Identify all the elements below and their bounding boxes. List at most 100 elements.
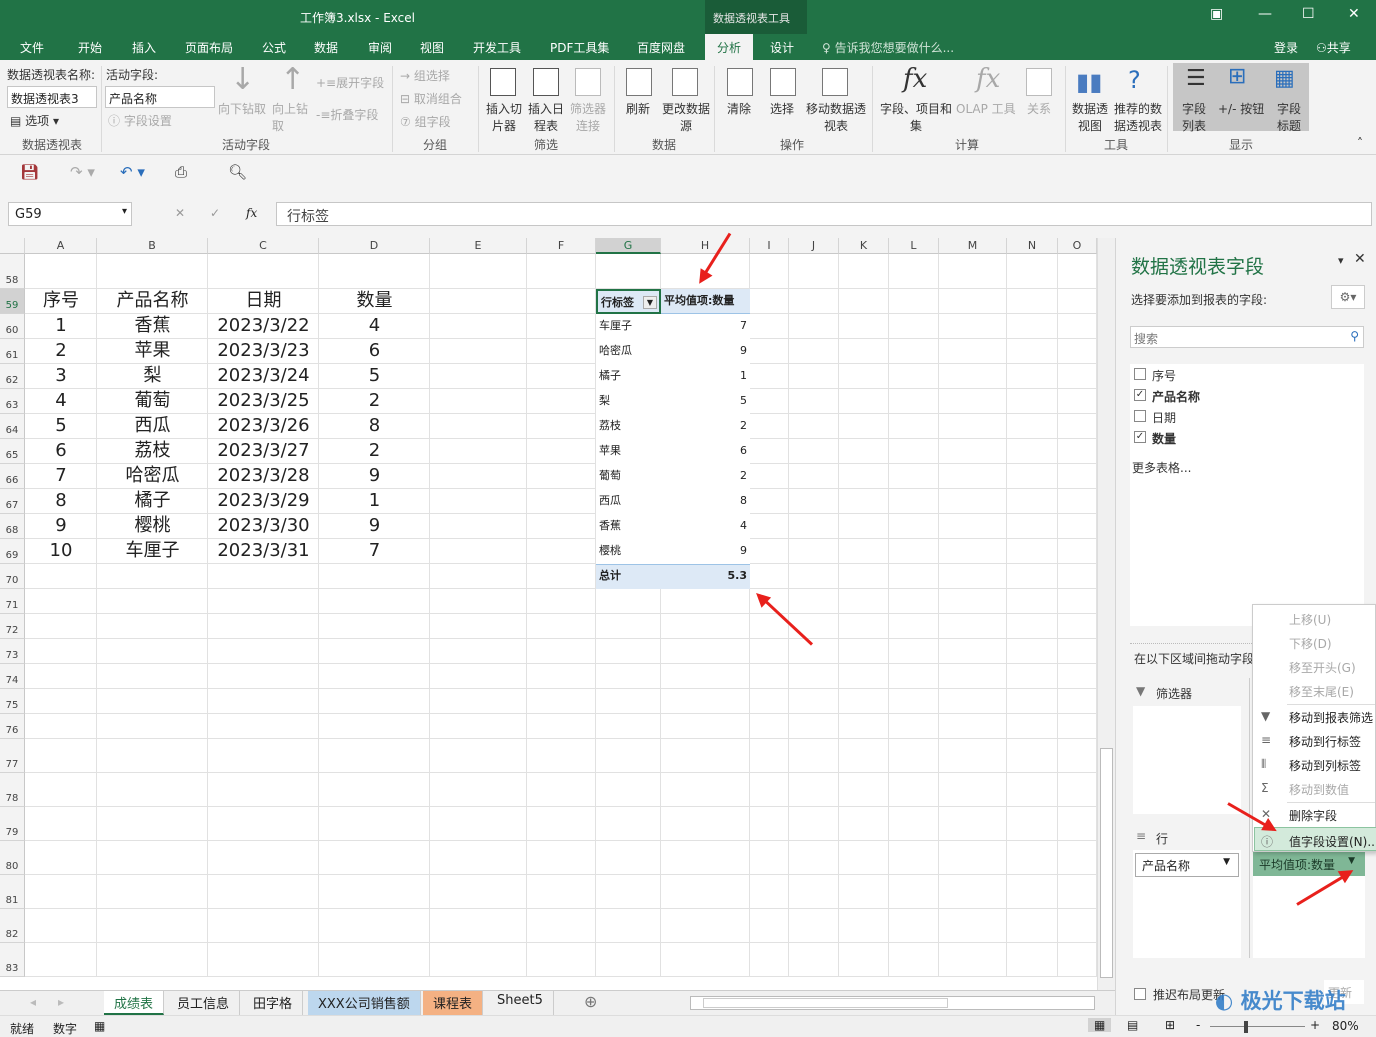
table-cell[interactable]: 8 <box>319 414 430 439</box>
row-header-80[interactable]: 80 <box>0 841 25 875</box>
cell[interactable] <box>789 943 839 977</box>
cell[interactable] <box>889 943 939 977</box>
cell[interactable] <box>25 773 97 807</box>
cell[interactable] <box>430 943 527 977</box>
cell[interactable] <box>25 614 97 639</box>
cell[interactable] <box>661 614 750 639</box>
cell[interactable] <box>939 389 1007 414</box>
cell[interactable] <box>527 564 596 589</box>
cell[interactable] <box>939 414 1007 439</box>
pivot-row-label[interactable]: 梨 <box>596 389 661 414</box>
cell[interactable] <box>208 739 319 773</box>
cell[interactable] <box>208 714 319 739</box>
row-header-67[interactable]: 67 <box>0 489 25 514</box>
cell[interactable] <box>430 364 527 389</box>
cell[interactable] <box>1058 639 1097 664</box>
cell[interactable] <box>889 339 939 364</box>
cell[interactable] <box>1007 714 1058 739</box>
cell[interactable] <box>661 739 750 773</box>
share-button[interactable]: ⚇共享 <box>1316 39 1351 56</box>
cell[interactable] <box>1007 589 1058 614</box>
cell[interactable] <box>527 714 596 739</box>
redo-icon[interactable]: ↷ ▾ <box>70 163 95 181</box>
cell[interactable] <box>1007 389 1058 414</box>
horizontal-scrollbar[interactable] <box>690 996 1095 1010</box>
table-cell[interactable]: 10 <box>25 539 97 564</box>
cell[interactable] <box>839 614 889 639</box>
cell[interactable] <box>750 389 789 414</box>
cell[interactable] <box>889 875 939 909</box>
table-cell[interactable]: 苹果 <box>97 339 208 364</box>
pivot-chart-button[interactable]: 数据透视图 <box>1071 100 1109 134</box>
cell[interactable] <box>1007 489 1058 514</box>
cell[interactable] <box>789 614 839 639</box>
table-cell[interactable]: 6 <box>319 339 430 364</box>
cell[interactable] <box>97 639 208 664</box>
cell[interactable] <box>430 909 527 943</box>
cell[interactable] <box>750 841 789 875</box>
zoom-slider[interactable] <box>1210 1026 1305 1027</box>
defer-update-checkbox[interactable] <box>1134 988 1146 1000</box>
cell[interactable] <box>889 714 939 739</box>
formula-input[interactable]: 行标签 <box>276 202 1372 226</box>
cell[interactable] <box>839 664 889 689</box>
cell[interactable] <box>1058 564 1097 589</box>
pivot-value[interactable]: 6 <box>661 439 750 464</box>
cell[interactable] <box>889 689 939 714</box>
row-header-76[interactable]: 76 <box>0 714 25 739</box>
cell[interactable] <box>661 807 750 841</box>
cell[interactable] <box>750 664 789 689</box>
cell[interactable] <box>208 807 319 841</box>
tab-file[interactable]: 文件 <box>20 39 44 56</box>
drill-down-button[interactable]: 向下钻取 <box>218 100 266 117</box>
zoom-out-button[interactable]: - <box>1196 1018 1200 1032</box>
cell[interactable] <box>889 664 939 689</box>
cell[interactable] <box>430 689 527 714</box>
table-cell[interactable]: 樱桃 <box>97 514 208 539</box>
cell[interactable] <box>889 314 939 339</box>
cell[interactable] <box>839 364 889 389</box>
cell[interactable] <box>939 664 1007 689</box>
cell[interactable] <box>97 943 208 977</box>
cell[interactable] <box>750 314 789 339</box>
cell[interactable] <box>208 664 319 689</box>
cell[interactable] <box>789 589 839 614</box>
cell[interactable] <box>527 389 596 414</box>
cell[interactable] <box>750 807 789 841</box>
field-checkbox[interactable] <box>1134 368 1146 380</box>
filters-area[interactable] <box>1133 706 1241 814</box>
column-header-M[interactable]: M <box>939 238 1007 254</box>
cell[interactable] <box>939 564 1007 589</box>
pivot-value[interactable]: 9 <box>661 539 750 564</box>
table-cell[interactable]: 2023/3/23 <box>208 339 319 364</box>
row-header-68[interactable]: 68 <box>0 514 25 539</box>
cell[interactable] <box>1058 464 1097 489</box>
table-header[interactable]: 日期 <box>208 289 319 314</box>
pivot-value[interactable]: 5 <box>661 389 750 414</box>
cell[interactable] <box>25 739 97 773</box>
options-button[interactable]: ▤ 选项 ▾ <box>10 112 59 129</box>
cell[interactable] <box>208 639 319 664</box>
cell[interactable] <box>430 254 527 289</box>
cell[interactable] <box>1058 689 1097 714</box>
tell-me-input[interactable]: ♀ 告诉我您想要做什么... <box>822 39 954 56</box>
cell[interactable] <box>430 714 527 739</box>
row-header-75[interactable]: 75 <box>0 689 25 714</box>
more-tables-link[interactable]: 更多表格... <box>1132 459 1191 476</box>
cell[interactable] <box>208 909 319 943</box>
column-header-B[interactable]: B <box>97 238 208 254</box>
cell[interactable] <box>430 314 527 339</box>
cell[interactable] <box>939 289 1007 314</box>
cell[interactable] <box>97 254 208 289</box>
field-checkbox[interactable]: ✓ <box>1134 389 1146 401</box>
cell[interactable] <box>208 841 319 875</box>
filter-connections-button[interactable]: 筛选器连接 <box>570 100 606 134</box>
cell[interactable] <box>939 489 1007 514</box>
row-header-72[interactable]: 72 <box>0 614 25 639</box>
table-cell[interactable]: 2023/3/30 <box>208 514 319 539</box>
cell[interactable] <box>839 339 889 364</box>
field-name[interactable]: 序号 <box>1152 367 1176 384</box>
cell[interactable] <box>319 639 430 664</box>
cell[interactable] <box>889 909 939 943</box>
tab-formulas[interactable]: 公式 <box>262 39 286 56</box>
